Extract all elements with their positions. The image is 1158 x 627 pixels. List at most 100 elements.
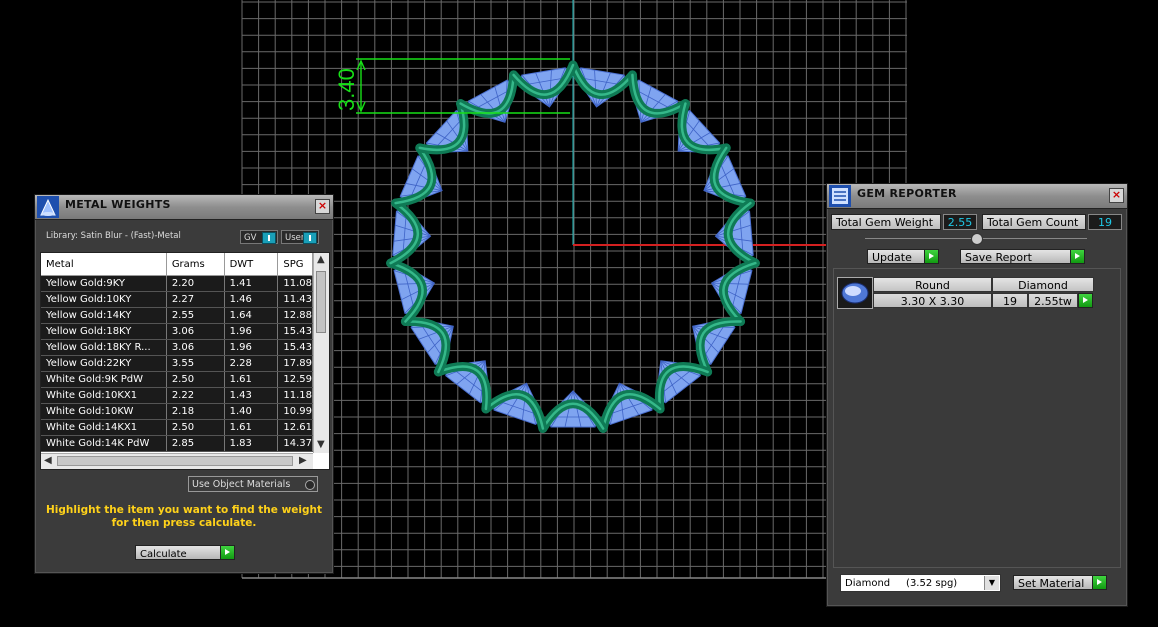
table-row[interactable]: Yellow Gold:18KY 3.06 1.96 15.43 <box>41 323 313 340</box>
metal-weights-title: METAL WEIGHTS <box>65 198 171 211</box>
set-material-button[interactable]: Set Material <box>1013 575 1107 590</box>
grams-cell: 2.50 <box>166 419 225 436</box>
gv-toggle-switch-icon <box>262 232 276 244</box>
spg-cell: 12.88 <box>277 307 313 324</box>
grams-cell: 2.50 <box>166 371 225 388</box>
column-header-dwt[interactable]: DWT <box>224 253 279 276</box>
horizontal-scroll-thumb[interactable] <box>57 456 293 466</box>
table-row[interactable]: White Gold:10KW 2.18 1.40 10.99 <box>41 403 313 420</box>
metal-weights-icon <box>37 196 59 218</box>
gem-reporter-title: GEM REPORTER <box>857 187 957 200</box>
dwt-cell: 1.40 <box>224 403 279 420</box>
dwt-cell: 1.43 <box>224 387 279 404</box>
material-dropdown[interactable]: Diamond (3.52 spg) ▼ <box>840 574 1001 592</box>
dwt-cell: 1.83 <box>224 435 279 452</box>
table-row[interactable]: White Gold:9K PdW 2.50 1.61 12.59 <box>41 371 313 388</box>
table-row[interactable]: Yellow Gold:10KY 2.27 1.46 11.43 <box>41 291 313 308</box>
metal-weights-panel: METAL WEIGHTS × Library: Satin Blur - (F… <box>34 194 334 574</box>
table-row[interactable]: White Gold:14K PdW 2.85 1.83 14.37 <box>41 435 313 452</box>
vertical-scrollbar[interactable]: ▲ ▼ <box>313 253 329 453</box>
user-toggle-switch-icon <box>303 232 317 244</box>
table-row[interactable]: White Gold:10KX1 2.22 1.43 11.18 <box>41 387 313 404</box>
table-row[interactable]: Yellow Gold:22KY 3.55 2.28 17.89 <box>41 355 313 372</box>
metal-weights-table[interactable]: Metal Grams DWT SPG Yellow Gold:9KY 2.20 1… <box>40 252 330 470</box>
dimension-label: 3.40 <box>334 68 359 111</box>
metal-cell: Yellow Gold:18KY R... <box>41 339 167 356</box>
library-label: Library: Satin Blur - (Fast)-Metal <box>46 231 181 241</box>
total-gem-weight-label: Total Gem Weight <box>831 214 941 230</box>
user-toggle[interactable]: User <box>281 230 319 244</box>
scroll-right-icon[interactable]: ▶ <box>299 454 307 468</box>
table-row[interactable]: White Gold:14KX1 2.50 1.61 12.61 <box>41 419 313 436</box>
round-diamond-thumbnail-icon[interactable] <box>837 277 873 309</box>
grams-cell: 3.06 <box>166 339 225 356</box>
scroll-up-icon[interactable]: ▲ <box>317 253 325 267</box>
gem-reporter-icon <box>829 185 851 207</box>
dwt-cell: 1.41 <box>224 275 279 292</box>
spg-cell: 11.18 <box>277 387 313 404</box>
vertical-scroll-thumb[interactable] <box>316 271 326 333</box>
table-header-row: Metal Grams DWT SPG <box>41 253 313 276</box>
grams-cell: 2.55 <box>166 307 225 324</box>
metal-cell: White Gold:14KX1 <box>41 419 167 436</box>
spg-cell: 12.59 <box>277 371 313 388</box>
diamond-gem[interactable] <box>661 108 723 171</box>
table-row[interactable]: Yellow Gold:14KY 2.55 1.64 12.88 <box>41 307 313 324</box>
metal-weights-close-button[interactable]: × <box>315 199 330 214</box>
chevron-down-icon[interactable]: ▼ <box>984 576 999 590</box>
metal-cell: White Gold:9K PdW <box>41 371 167 388</box>
spg-cell: 10.99 <box>277 403 313 420</box>
gem-material-header: Diamond <box>992 277 1094 292</box>
grams-cell: 3.06 <box>166 323 225 340</box>
total-gem-count-value: 19 <box>1088 214 1122 230</box>
spg-cell: 15.43 <box>277 339 313 356</box>
dwt-cell: 1.96 <box>224 323 279 340</box>
grams-cell: 2.18 <box>166 403 225 420</box>
diamond-gem[interactable] <box>424 108 486 171</box>
dwt-cell: 1.46 <box>224 291 279 308</box>
use-object-materials-label: Use Object Materials <box>192 479 291 490</box>
use-object-materials-radio[interactable] <box>305 480 315 490</box>
grams-cell: 2.27 <box>166 291 225 308</box>
gem-shape-header: Round <box>873 277 992 292</box>
table-row[interactable]: Yellow Gold:18KY R... 3.06 1.96 15.43 <box>41 339 313 356</box>
metal-cell: Yellow Gold:9KY <box>41 275 167 292</box>
play-icon <box>220 546 234 559</box>
spg-cell: 12.61 <box>277 419 313 436</box>
gv-toggle[interactable]: GV <box>240 230 278 244</box>
grams-cell: 2.85 <box>166 435 225 452</box>
save-report-button[interactable]: Save Report <box>960 249 1085 264</box>
column-header-spg[interactable]: SPG <box>277 253 313 276</box>
spg-cell: 11.08 <box>277 275 313 292</box>
column-header-metal[interactable]: Metal <box>41 253 167 276</box>
horizontal-scrollbar[interactable]: ◀ ▶ <box>41 453 313 469</box>
table-row[interactable]: Yellow Gold:9KY 2.20 1.41 11.08 <box>41 275 313 292</box>
metal-cell: White Gold:14K PdW <box>41 435 167 452</box>
column-header-grams[interactable]: Grams <box>166 253 225 276</box>
collapse-toggle-icon[interactable] <box>971 233 983 245</box>
scroll-down-icon[interactable]: ▼ <box>317 438 325 452</box>
scroll-left-icon[interactable]: ◀ <box>44 454 52 468</box>
play-icon <box>1092 576 1106 589</box>
grams-cell: 2.20 <box>166 275 225 292</box>
spg-cell: 11.43 <box>277 291 313 308</box>
update-button[interactable]: Update <box>867 249 939 264</box>
use-object-materials-option[interactable]: Use Object Materials <box>188 476 318 492</box>
material-selected-value: Diamond (3.52 spg) <box>845 578 958 589</box>
gem-list[interactable]: Round Diamond 3.30 X 3.30 19 2.55tw <box>833 268 1121 568</box>
dwt-cell: 1.96 <box>224 339 279 356</box>
total-gem-count-label: Total Gem Count <box>982 214 1086 230</box>
gem-reporter-titlebar[interactable]: GEM REPORTER × <box>827 184 1127 209</box>
play-icon <box>1078 294 1092 307</box>
dwt-cell: 1.61 <box>224 371 279 388</box>
metal-weights-titlebar[interactable]: METAL WEIGHTS × <box>35 195 333 220</box>
play-icon <box>1070 250 1084 263</box>
gem-reporter-close-button[interactable]: × <box>1109 188 1124 203</box>
calculate-button[interactable]: Calculate <box>135 545 235 560</box>
gem-select-button[interactable] <box>1078 293 1093 308</box>
spg-cell: 14.37 <box>277 435 313 452</box>
metal-cell: Yellow Gold:18KY <box>41 323 167 340</box>
spg-cell: 17.89 <box>277 355 313 372</box>
metal-cell: Yellow Gold:14KY <box>41 307 167 324</box>
gem-size-cell: 3.30 X 3.30 <box>873 293 992 308</box>
